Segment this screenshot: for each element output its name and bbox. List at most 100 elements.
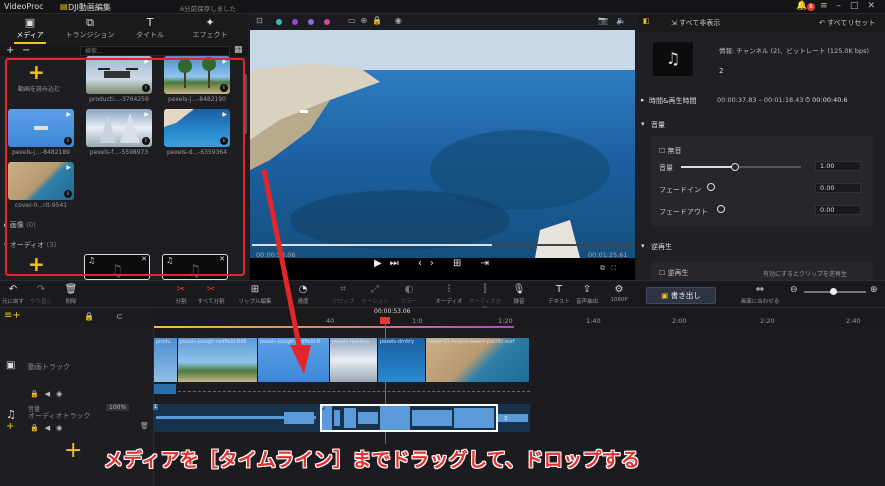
- fadeout-slider-knob[interactable]: [717, 205, 725, 213]
- window-controls[interactable]: ≡–□✕: [820, 1, 884, 11]
- clip-label: pexels-joseph-redfield-8: [260, 339, 321, 345]
- audio-button[interactable]: ⫶ オーディオ: [432, 283, 466, 305]
- highlight-box: [5, 58, 245, 276]
- volume-slider-knob[interactable]: [731, 163, 739, 171]
- text-label: テキスト: [548, 299, 570, 305]
- audio-track-controls[interactable]: 🔒◀◉: [30, 424, 68, 432]
- fit-screen-button[interactable]: ⇔ 画面に合わせる: [738, 283, 782, 305]
- remove-icon[interactable]: −: [22, 45, 30, 56]
- fadein-value[interactable]: 0.00: [815, 183, 861, 193]
- track-volume-value[interactable]: 100%: [106, 404, 130, 411]
- tab-title[interactable]: T タイトル: [120, 16, 180, 40]
- trash-icon: 🗑: [64, 284, 78, 295]
- tab-media[interactable]: ▣ メディア: [0, 16, 60, 44]
- motion-label: モーション: [361, 299, 389, 305]
- magnet-icon[interactable]: ⊂: [116, 312, 123, 321]
- playback-controls[interactable]: ▶⏭ ‹› ⊞ ⇥: [374, 258, 497, 269]
- fadeout-label: フェードアウト: [659, 208, 708, 216]
- volume-slider[interactable]: [681, 163, 801, 171]
- add-audio-track-icon[interactable]: +: [6, 421, 14, 432]
- volume-icon[interactable]: 🔈: [616, 16, 626, 25]
- preview-video-frame: [250, 30, 635, 258]
- mute-checkbox[interactable]: ☐ 無音: [659, 146, 682, 156]
- crop-button[interactable]: ⌗ クロップ: [326, 283, 360, 305]
- redo-button[interactable]: ↷ やり直し: [24, 283, 58, 305]
- playhead-time: 00:00:53.06: [374, 308, 411, 315]
- audio-split-icon: ⫿: [483, 284, 487, 295]
- color-label: カラー: [400, 299, 418, 305]
- preview-tool-icons[interactable]: ▭⊕🔒 ◉: [348, 16, 407, 25]
- fullscreen-icon[interactable]: ⧉⛶: [600, 264, 622, 273]
- audio-extract-button[interactable]: ⇪ 音声抽出: [570, 283, 604, 305]
- video-clip[interactable]: cover-01-mejico-beach-pacific-surf: [426, 338, 530, 382]
- notification-bell-icon[interactable]: 🔔 6: [796, 1, 815, 11]
- fadeout-value[interactable]: 0.00: [815, 205, 861, 215]
- selected-audio-clip[interactable]: [320, 404, 498, 432]
- zoom-in-icon[interactable]: ⊕: [870, 285, 878, 295]
- split-all-button[interactable]: ✂ すべて分割: [194, 283, 228, 305]
- add-media-plus-icon[interactable]: +: [64, 438, 82, 463]
- fadein-slider-knob[interactable]: [707, 183, 715, 191]
- palette-icon: ◐: [404, 284, 414, 295]
- playhead-handle[interactable]: [380, 317, 390, 324]
- clip-label: pexels-joseph-redfield-848: [180, 339, 247, 345]
- lock-icon[interactable]: 🔒: [84, 312, 94, 321]
- preview-progress-track[interactable]: [252, 244, 633, 246]
- transition-tab-icon: ⧉: [86, 16, 94, 29]
- color-dot[interactable]: [276, 19, 282, 25]
- hide-all-button[interactable]: ⇲ すべて非表示: [671, 18, 720, 28]
- panel-toggle-icon[interactable]: ◧: [643, 17, 650, 25]
- video-track-controls[interactable]: 🔒◀◉: [30, 390, 68, 398]
- video-clip[interactable]: pexels-joseph-redfield-848: [178, 338, 258, 382]
- color-button[interactable]: ◐ カラー: [392, 283, 426, 305]
- tab-effect[interactable]: ✦ エフェクト: [180, 16, 240, 40]
- ripple-edit-button[interactable]: ⊞ リップル編集: [238, 283, 272, 305]
- export-button[interactable]: ▣ 書き出し: [646, 287, 716, 304]
- work-area-bar[interactable]: [154, 326, 514, 328]
- video-clip[interactable]: pexels-joseph-redfield-8: [258, 338, 330, 382]
- reset-all-button[interactable]: ↶ すべてリセット: [819, 18, 875, 28]
- reverse-section-label: 逆再生: [651, 243, 672, 251]
- volume-slider-fill: [681, 166, 735, 168]
- color-dot[interactable]: [308, 19, 314, 25]
- zoom-slider-knob[interactable]: [830, 288, 837, 295]
- add-track-icon[interactable]: ≡+: [4, 310, 21, 321]
- video-track-label: 動画トラック: [28, 363, 70, 371]
- properties-header: ◧ ⇲ すべて非表示 ↶ すべてリセット: [637, 14, 885, 32]
- delete-button[interactable]: 🗑 削除: [54, 283, 88, 305]
- zoom-slider[interactable]: [804, 288, 866, 295]
- record-button[interactable]: 🎙 録音: [502, 283, 536, 305]
- add-icon[interactable]: +: [6, 45, 14, 56]
- aspect-icon[interactable]: ⊡: [256, 16, 263, 25]
- app-name[interactable]: VideoProc: [4, 2, 44, 11]
- snapshot-icon[interactable]: 📷: [598, 16, 608, 25]
- grid-view-icon[interactable]: ▦: [234, 45, 243, 55]
- split-button[interactable]: ✂ 分割: [164, 283, 198, 305]
- zoom-out-icon[interactable]: ⊖: [790, 285, 798, 295]
- video-clip[interactable]: produ: [154, 338, 178, 382]
- delete-label: 削除: [65, 299, 77, 305]
- video-clip[interactable]: pexels-fearless: [330, 338, 378, 382]
- audio-clip-strip[interactable]: 1 2 3: [153, 404, 530, 432]
- search-input[interactable]: [80, 46, 230, 56]
- color-dot[interactable]: [292, 19, 298, 25]
- resolution-button[interactable]: ⚙ 1080P: [602, 283, 636, 303]
- reverse-checkbox[interactable]: ☐ 逆再生: [659, 268, 689, 278]
- timeline-ruler[interactable]: 40 1:0 1:20 1:40 2:00 2:20 2:40 00:00:53…: [154, 308, 885, 328]
- trash-icon[interactable]: 🗑: [140, 422, 149, 430]
- ruler-tick: 40: [326, 317, 335, 325]
- save-status: 6分前保存しました: [180, 5, 237, 13]
- folder-icon[interactable]: ▤: [60, 2, 68, 11]
- split-label: 分割: [175, 299, 187, 305]
- instruction-caption: メディアを［タイムライン］までドラッグして、ドロップする: [104, 449, 641, 471]
- tab-transition[interactable]: ⧉ トランジション: [60, 16, 120, 40]
- audio-extract-label: 音声抽出: [575, 299, 598, 305]
- resolution-label: 1080P: [610, 297, 628, 303]
- clip-label: pexels-fearless: [332, 339, 370, 345]
- motion-button[interactable]: ⤢ モーション: [358, 283, 392, 305]
- video-clip[interactable]: pexels-dmitry: [378, 338, 426, 382]
- color-dot[interactable]: [324, 19, 330, 25]
- volume-label: 音量: [659, 164, 673, 172]
- speed-button[interactable]: ◔ 速度: [286, 283, 320, 305]
- volume-value[interactable]: 1.00: [815, 161, 861, 171]
